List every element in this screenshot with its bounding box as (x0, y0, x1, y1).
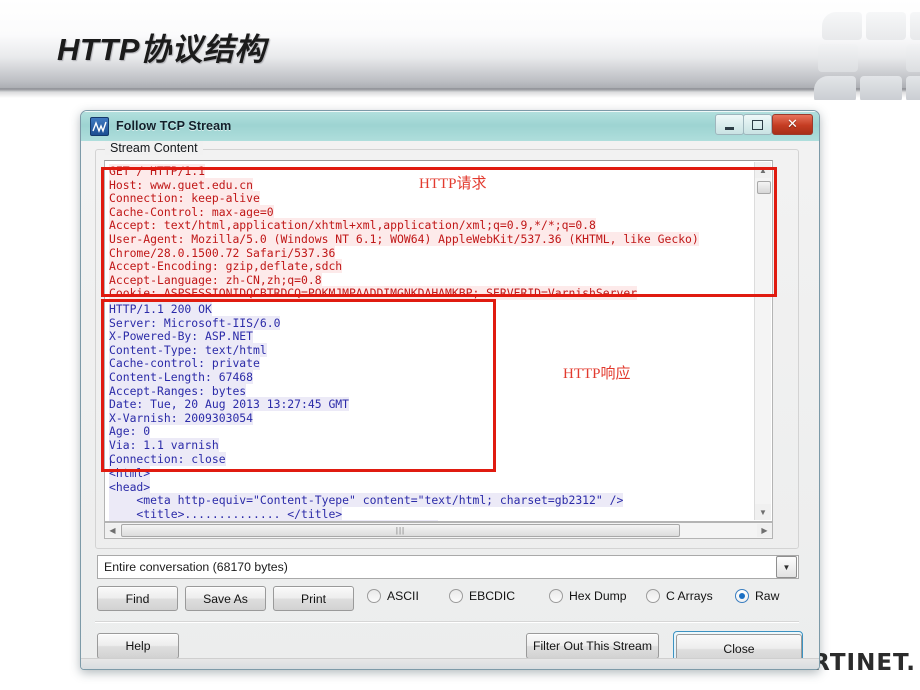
slide-header-shadow (0, 88, 920, 98)
print-button[interactable]: Print (273, 586, 354, 611)
maximize-icon (752, 119, 763, 130)
window-body: Stream Content GET / HTTP/1.1 Host: www.… (81, 141, 819, 669)
stream-content-group: Stream Content GET / HTTP/1.1 Host: www.… (95, 141, 799, 549)
horizontal-scrollbar[interactable]: ◀ ||| ▶ (104, 522, 773, 539)
stream-text-area[interactable]: GET / HTTP/1.1 Host: www.guet.edu.cn Con… (104, 160, 773, 522)
horizontal-scrollbar-thumb[interactable]: ||| (121, 524, 680, 537)
radio-c-arrays[interactable]: C Arrays (646, 589, 713, 603)
window-title: Follow TCP Stream (116, 119, 232, 133)
footer-divider-highlight (95, 622, 799, 623)
minimize-icon (725, 126, 734, 130)
radio-raw[interactable]: Raw (735, 589, 779, 603)
conversation-select-value: Entire conversation (68170 bytes) (104, 560, 288, 574)
scroll-up-icon[interactable]: ▲ (755, 162, 771, 178)
window-bottom-strip (81, 658, 819, 669)
fortinet-watermark: RTINET. (812, 650, 916, 676)
stream-content-label: Stream Content (105, 141, 203, 155)
radio-raw-dot (735, 589, 749, 603)
conversation-select[interactable]: Entire conversation (68170 bytes) ▼ (97, 555, 799, 579)
follow-tcp-stream-window: Follow TCP Stream ✕ Stream Content GET /… (80, 110, 820, 670)
http-request-annotation: HTTP请求 (419, 176, 487, 192)
radio-ebcdic[interactable]: EBCDIC (449, 589, 515, 603)
vertical-scrollbar[interactable]: ▲ ▼ (754, 162, 771, 520)
filter-out-stream-label: Filter Out This Stream (533, 639, 652, 653)
page-title: HTTP协议结构 (57, 32, 266, 67)
find-button[interactable]: Find (97, 586, 178, 611)
radio-hex-dump-label: Hex Dump (569, 589, 627, 603)
radio-ascii-label: ASCII (387, 589, 419, 603)
save-as-button[interactable]: Save As (185, 586, 266, 611)
close-icon: ✕ (787, 117, 798, 132)
scrollbar-grip-icon: ||| (395, 526, 406, 535)
chevron-down-icon[interactable]: ▼ (776, 556, 797, 578)
close-window-button[interactable]: ✕ (772, 114, 813, 135)
scroll-down-icon[interactable]: ▼ (755, 504, 771, 520)
http-body-text: <html> <head> <meta http-equiv="Content-… (109, 466, 624, 521)
http-response-annotation: HTTP响应 (563, 366, 631, 382)
decorative-square-grid (808, 0, 920, 100)
radio-ebcdic-label: EBCDIC (469, 589, 516, 603)
radio-ascii[interactable]: ASCII (367, 589, 419, 603)
action-row: Find Save As Print ASCII EBCDIC Hex Dump… (97, 586, 799, 611)
filter-out-stream-button[interactable]: Filter Out This Stream (526, 633, 659, 659)
print-button-label: Print (300, 591, 327, 606)
radio-hex-dump[interactable]: Hex Dump (549, 589, 627, 603)
radio-ebcdic-dot (449, 589, 463, 603)
radio-c-arrays-label: C Arrays (666, 589, 713, 603)
wireshark-icon (90, 116, 109, 136)
help-button[interactable]: Help (97, 633, 179, 659)
find-button-label: Find (125, 591, 150, 606)
radio-hex-dump-dot (549, 589, 563, 603)
http-response-text: HTTP/1.1 200 OK Server: Microsoft-IIS/6.… (109, 302, 350, 466)
scroll-left-icon[interactable]: ◀ (105, 524, 120, 537)
vertical-scrollbar-thumb[interactable] (757, 181, 771, 194)
help-button-label: Help (125, 639, 151, 653)
radio-ascii-dot (367, 589, 381, 603)
radio-raw-label: Raw (755, 589, 780, 603)
scroll-right-icon[interactable]: ▶ (757, 524, 772, 537)
window-titlebar[interactable]: Follow TCP Stream ✕ (81, 111, 819, 142)
http-request-text: GET / HTTP/1.1 Host: www.guet.edu.cn Con… (109, 164, 699, 301)
maximize-button[interactable] (743, 114, 772, 135)
radio-c-arrays-dot (646, 589, 660, 603)
minimize-button[interactable] (715, 114, 744, 135)
save-as-button-label: Save As (203, 591, 248, 606)
